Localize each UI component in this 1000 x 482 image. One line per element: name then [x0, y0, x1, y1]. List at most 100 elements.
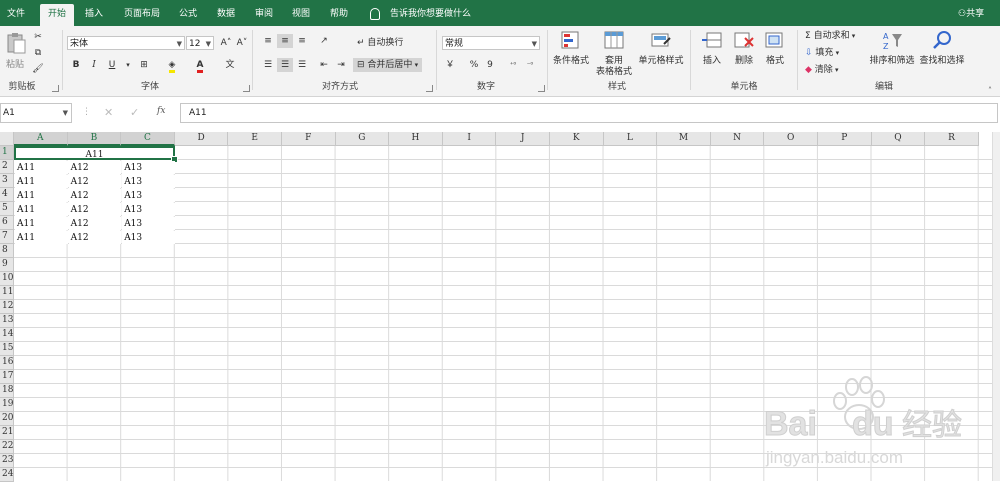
shrink-font-button[interactable]: A˅	[234, 36, 250, 50]
column-header-f[interactable]: F	[282, 132, 336, 146]
row-header-2[interactable]: 2	[0, 160, 14, 174]
column-header-d[interactable]: D	[174, 132, 229, 146]
confirm-entry-icon[interactable]: ✓	[130, 106, 139, 119]
autosum-button[interactable]: Σ 自动求和 ▾	[805, 29, 855, 43]
format-cells-button[interactable]: 格式	[761, 30, 789, 74]
alignment-launcher-icon[interactable]	[426, 85, 433, 92]
row-header-9[interactable]: 9	[0, 258, 14, 272]
row-header-11[interactable]: 11	[0, 286, 14, 300]
vertical-scrollbar[interactable]	[992, 132, 1000, 481]
column-header-n[interactable]: N	[710, 132, 765, 146]
row-header-7[interactable]: 7	[0, 230, 14, 244]
cell-a5[interactable]: A11	[15, 203, 68, 216]
align-center-icon[interactable]: ☰	[277, 58, 293, 72]
merged-cell-a1[interactable]: A11	[14, 146, 175, 160]
column-header-p[interactable]: P	[818, 132, 872, 146]
decrease-indent-icon[interactable]: ⇤	[316, 58, 332, 72]
comma-style-button[interactable]: 9	[482, 58, 498, 72]
row-header-1[interactable]: 1	[0, 146, 14, 160]
cell-b2[interactable]: A12	[68, 161, 122, 174]
cell-b4[interactable]: A12	[68, 189, 122, 202]
align-right-icon[interactable]: ☰	[294, 58, 310, 72]
find-select-button[interactable]: 查找和选择	[918, 30, 966, 74]
sort-filter-button[interactable]: AZ 排序和筛选	[868, 30, 916, 74]
tab-insert[interactable]: 插入	[82, 4, 106, 26]
column-header-a[interactable]: A	[14, 132, 68, 146]
tab-formulas[interactable]: 公式	[176, 4, 200, 26]
column-header-b[interactable]: B	[67, 132, 122, 146]
tab-view[interactable]: 视图	[289, 4, 313, 26]
orientation-icon[interactable]: ↗	[316, 34, 332, 48]
cell-c6[interactable]: A13	[122, 217, 175, 230]
tab-page-layout[interactable]: 页面布局	[120, 4, 164, 26]
column-header-k[interactable]: K	[550, 132, 604, 146]
column-header-m[interactable]: M	[657, 132, 711, 146]
row-header-24[interactable]: 24	[0, 468, 14, 482]
increase-decimal-icon[interactable]: ⁺⁰	[505, 58, 521, 72]
cell-a6[interactable]: A11	[15, 217, 68, 230]
row-header-5[interactable]: 5	[0, 202, 14, 216]
column-header-l[interactable]: L	[603, 132, 658, 146]
cell-a3[interactable]: A11	[15, 175, 68, 188]
collapse-ribbon-icon[interactable]: ˄	[988, 86, 992, 95]
column-header-j[interactable]: J	[496, 132, 550, 146]
cut-icon[interactable]: ✂	[30, 30, 46, 44]
clear-button[interactable]: ◆ 清除 ▾	[805, 63, 839, 77]
font-name-select[interactable]: 宋体 ▼	[67, 36, 185, 50]
row-header-4[interactable]: 4	[0, 188, 14, 202]
underline-button[interactable]: U	[104, 58, 120, 72]
row-header-15[interactable]: 15	[0, 342, 14, 356]
decrease-decimal-icon[interactable]: ⁻⁰	[522, 58, 538, 72]
paste-button[interactable]: 粘贴	[4, 32, 28, 76]
merge-center-button[interactable]: ⊟ 合并后居中 ▾	[353, 58, 423, 72]
row-header-17[interactable]: 17	[0, 370, 14, 384]
cell-a4[interactable]: A11	[15, 189, 68, 202]
insert-function-button[interactable]: fx	[157, 106, 165, 116]
cancel-entry-icon[interactable]: ✕	[104, 106, 113, 119]
column-header-i[interactable]: I	[442, 132, 497, 146]
insert-cells-button[interactable]: 插入	[697, 30, 727, 74]
align-left-icon[interactable]: ☰	[260, 58, 276, 72]
column-header-r[interactable]: R	[925, 132, 979, 146]
tab-data[interactable]: 数据	[214, 4, 238, 26]
borders-icon[interactable]: ⊞	[136, 58, 152, 72]
tell-me-box[interactable]: 告诉我你想要做什么	[370, 4, 471, 24]
select-all-corner[interactable]	[0, 132, 14, 146]
row-header-18[interactable]: 18	[0, 384, 14, 398]
phonetic-icon[interactable]: 文	[222, 58, 238, 72]
row-header-3[interactable]: 3	[0, 174, 14, 188]
cell-styles-button[interactable]: 单元格样式	[636, 30, 686, 74]
cell-c3[interactable]: A13	[122, 175, 175, 188]
column-header-g[interactable]: G	[335, 132, 390, 146]
italic-button[interactable]: I	[86, 58, 102, 72]
cell-a2[interactable]: A11	[15, 161, 68, 174]
row-header-22[interactable]: 22	[0, 440, 14, 454]
cell-b6[interactable]: A12	[68, 217, 122, 230]
increase-indent-icon[interactable]: ⇥	[333, 58, 349, 72]
fill-color-icon[interactable]: ◈	[164, 58, 180, 73]
align-top-icon[interactable]: ≡	[260, 34, 276, 48]
tab-home[interactable]: 开始	[40, 4, 74, 26]
tab-help[interactable]: 帮助	[327, 4, 351, 26]
tab-review[interactable]: 审阅	[252, 4, 276, 26]
name-box[interactable]: A1 ▼	[0, 103, 72, 123]
font-size-select[interactable]: 12 ▼	[186, 36, 214, 50]
chevron-down-icon[interactable]: ▾	[120, 58, 136, 72]
row-header-20[interactable]: 20	[0, 412, 14, 426]
cell-c5[interactable]: A13	[122, 203, 175, 216]
row-header-19[interactable]: 19	[0, 398, 14, 412]
tab-file[interactable]: 文件	[4, 4, 28, 26]
fill-button[interactable]: ⇩ 填充 ▾	[805, 46, 839, 60]
row-header-14[interactable]: 14	[0, 328, 14, 342]
copy-icon[interactable]: ⧉	[30, 46, 46, 60]
font-color-icon[interactable]: A	[192, 58, 208, 73]
grow-font-button[interactable]: A˄	[218, 36, 234, 50]
cell-b5[interactable]: A12	[68, 203, 122, 216]
align-middle-icon[interactable]: ≡	[277, 34, 293, 48]
row-header-16[interactable]: 16	[0, 356, 14, 370]
number-format-select[interactable]: 常规 ▼	[442, 36, 540, 50]
row-header-8[interactable]: 8	[0, 244, 14, 258]
font-launcher-icon[interactable]	[243, 85, 250, 92]
row-header-23[interactable]: 23	[0, 454, 14, 468]
cell-c2[interactable]: A13	[122, 161, 175, 174]
